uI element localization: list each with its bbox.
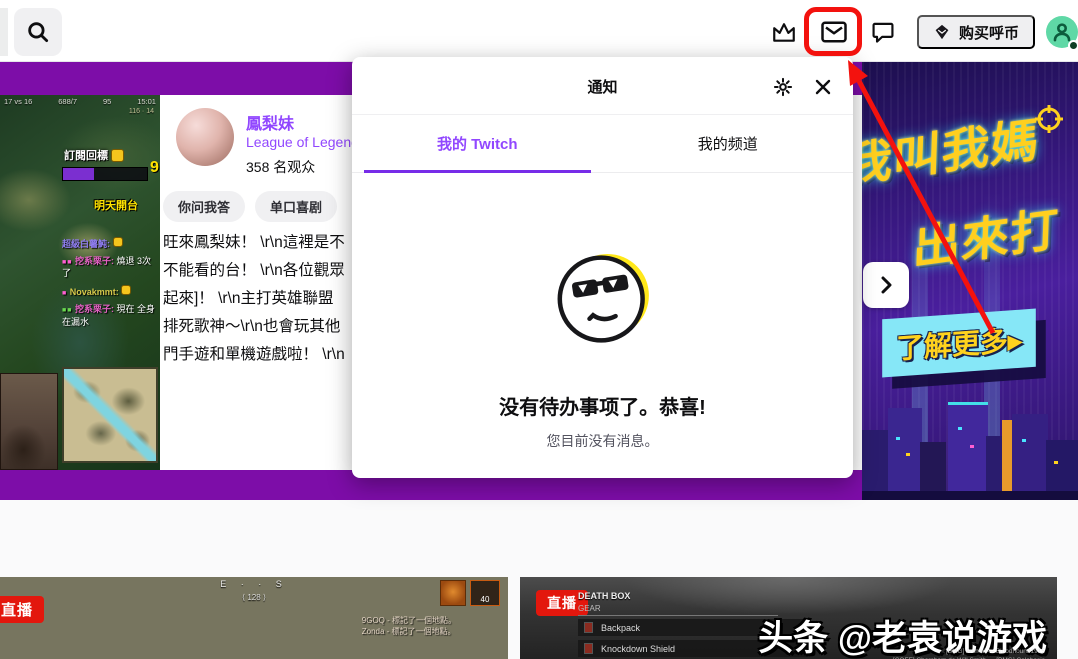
banner-headline-line1: 我叫我媽: [862, 101, 1041, 196]
featured-stream-video[interactable]: 17 vs 16 688/7 95 15:01 116 · 14 訂閱回標 9 …: [0, 95, 160, 470]
tag-comedy[interactable]: 单口喜剧: [255, 191, 337, 222]
crosshair-icon: [1034, 104, 1064, 134]
buy-bits-label: 购买呼币: [959, 22, 1019, 43]
kill-leader-icon: [440, 580, 466, 606]
game-minimap: [62, 367, 158, 463]
stream-tags: 你问我答 单口喜剧: [163, 191, 337, 222]
chevron-right-icon: [876, 275, 896, 295]
panel-header: 通知: [352, 57, 853, 115]
empty-state-title: 没有待办事项了。恭喜!: [352, 391, 853, 420]
gear-icon: [772, 76, 794, 98]
sub-goal-note: 明天開台: [94, 197, 138, 213]
game-hud-row: 17 vs 16 688/7 95 15:01: [4, 97, 156, 106]
bits-gem-icon: [933, 22, 951, 42]
chat-line: ■■ 挖系栗子: 燒退 3次了: [62, 256, 158, 280]
hud-time: 15:01: [137, 97, 156, 106]
activity-feed-button[interactable]: [770, 19, 798, 45]
tab-my-twitch[interactable]: 我的 Twitch: [352, 115, 603, 172]
stream-thumbnail-apex[interactable]: 直播 E · · S ⟨ 128 ⟩ 40 9GOQ - 標記了一個地點。 Zo…: [0, 577, 508, 659]
online-status-dot: [1068, 40, 1078, 51]
streamer-avatar[interactable]: [176, 108, 234, 166]
chat-badge-icons: ■■: [62, 307, 72, 314]
crown-activity-icon: [771, 20, 797, 44]
hud-secondary: 116 · 14: [129, 108, 154, 115]
streamer-webcam: [0, 373, 58, 470]
twitch-page: 17 vs 16 688/7 95 15:01 116 · 14 訂閱回標 9 …: [0, 0, 1078, 659]
banner-headline-line2: 出來打: [912, 190, 1061, 278]
cool-face-illustration: [544, 245, 662, 358]
top-navigation-bar: 购买呼币: [0, 0, 1078, 62]
chat-line: ■■ 挖系栗子: 現在 全身在漏水: [62, 304, 158, 328]
gear-section-header: GEAR: [578, 604, 778, 616]
whisper-button[interactable]: [868, 18, 898, 46]
chat-line: ■ Novakmmt:: [62, 285, 158, 300]
emote-icon: [113, 237, 123, 247]
notification-settings-button[interactable]: [769, 73, 797, 101]
stream-chat-overlay: 超級白薯魨: ■■ 挖系栗子: 燒退 3次了 ■ Novakmmt: ■■ 挖系…: [62, 237, 158, 333]
streamer-name[interactable]: 鳳梨妹: [246, 110, 294, 134]
sub-goal-progress-fill: [63, 168, 94, 180]
viewer-count: 358 名观众: [246, 157, 315, 177]
inbox-envelope-icon: [819, 17, 849, 47]
nav-edge-stub: [0, 8, 8, 56]
compass-overlay: E · · S: [0, 579, 508, 589]
stream-description: 旺來鳳梨妹！ \r\n這裡是不 不能看的台！ \r\n各位觀眾 起來]！ \r\…: [163, 229, 353, 369]
hud-gold: 688/7: [58, 97, 77, 106]
sub-goal-label: 訂閱回標: [64, 147, 124, 163]
sub-goal-progressbar: [62, 167, 148, 181]
damage-counter: 40: [470, 580, 500, 606]
chat-badge-icons: ■: [62, 290, 67, 297]
carousel-next-button[interactable]: [863, 262, 909, 308]
tab-my-channel[interactable]: 我的频道: [603, 115, 854, 172]
close-icon: [813, 77, 833, 97]
hud-score: 17 vs 16: [4, 97, 32, 106]
learn-more-button[interactable]: 了解更多▸: [882, 309, 1036, 378]
sunglasses-face-icon: [544, 245, 662, 353]
city-skyline: [862, 390, 1078, 500]
empty-state-subtitle: 您目前没有消息。: [352, 431, 853, 451]
panel-tabs: 我的 Twitch 我的频道: [352, 115, 853, 173]
tag-qa[interactable]: 你问我答: [163, 191, 245, 222]
stream-thumbnail-deathbox[interactable]: 直播 DEATH BOX GEAR Backpack Knockdown Shi…: [520, 577, 1057, 659]
item-icon: [584, 643, 593, 654]
killfeed-overlay: 9GOQ - 標記了一個地點。 Zonda - 標記了一個地點。: [362, 615, 456, 637]
compass-degrees: ⟨ 128 ⟩: [0, 593, 508, 602]
buy-bits-button[interactable]: 购买呼币: [917, 15, 1035, 49]
search-icon: [25, 19, 51, 45]
close-panel-button[interactable]: [809, 73, 837, 101]
pineapple-emote-icon: [111, 149, 124, 162]
chat-bubble-icon: [870, 19, 896, 45]
emote-icon: [121, 285, 131, 295]
chat-badge-icons: ■■: [62, 259, 72, 266]
stream-category-link[interactable]: League of Legends: [246, 134, 366, 150]
inbox-button[interactable]: [818, 16, 850, 48]
search-button[interactable]: [14, 8, 62, 56]
hud-cs: 95: [103, 97, 111, 106]
notifications-panel: 通知 我的 Twitch 我的频道: [352, 57, 853, 478]
chat-line: 超級白薯魨:: [62, 237, 158, 251]
killfeed-overlay: [BMG] Animal — Bloodhound1915 [COFE] Cha…: [893, 647, 1045, 659]
item-icon: [584, 622, 593, 633]
sub-goal-count: 9: [150, 159, 159, 177]
